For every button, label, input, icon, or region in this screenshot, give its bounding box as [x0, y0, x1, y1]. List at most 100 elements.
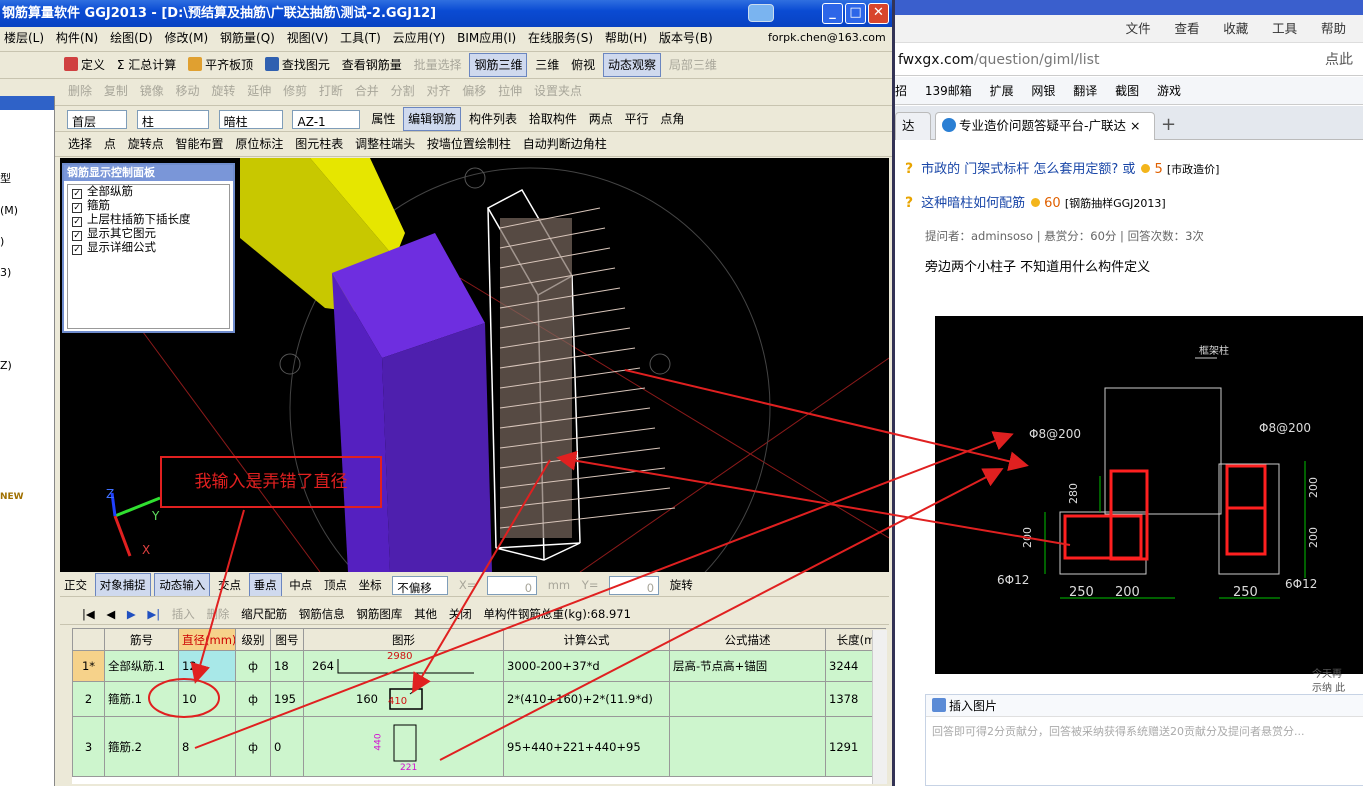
point-button[interactable]: 点: [100, 133, 120, 155]
browser-menu-favorites[interactable]: 收藏: [1223, 15, 1248, 43]
checkbox-all-longitudinal[interactable]: ✓ 全部纵筋: [68, 185, 229, 199]
draw-by-wall-button[interactable]: 按墙位置绘制柱: [423, 133, 515, 155]
cell-diameter[interactable]: 8: [178, 716, 236, 777]
extend-button[interactable]: 延伸: [243, 80, 275, 102]
next-record-icon[interactable]: ▶: [123, 603, 140, 624]
first-record-icon[interactable]: |◀: [78, 603, 99, 624]
midpoint-button[interactable]: 中点: [285, 574, 316, 596]
nav-item[interactable]: 3): [0, 266, 54, 279]
cell-grade[interactable]: ф: [235, 681, 271, 717]
menu-rebar-qty[interactable]: 钢筋量(Q): [216, 27, 279, 49]
merge-button[interactable]: 合并: [351, 80, 383, 102]
menu-view[interactable]: 视图(V): [283, 27, 333, 49]
menu-online[interactable]: 在线服务(S): [524, 27, 597, 49]
pick-component-button[interactable]: 拾取构件: [525, 108, 581, 130]
new-tab-button[interactable]: +: [1161, 114, 1176, 135]
delete-row-button[interactable]: 删除: [202, 603, 233, 624]
close-button[interactable]: ✕: [868, 3, 889, 24]
batch-select-button[interactable]: 批量选择: [410, 54, 466, 76]
cell-formula[interactable]: 95+440+221+440+95: [503, 716, 670, 777]
menu-floor[interactable]: 楼层(L): [0, 27, 48, 49]
mirror-button[interactable]: 镜像: [136, 80, 168, 102]
name-select[interactable]: AZ-1: [292, 110, 361, 129]
tab-prev[interactable]: 达: [895, 112, 931, 140]
split-button[interactable]: 分割: [387, 80, 419, 102]
find-element-button[interactable]: 查找图元: [261, 54, 334, 76]
coordinate-button[interactable]: 坐标: [355, 574, 386, 596]
address-bar[interactable]: fwxgx.com/question/giml/list 点此: [895, 44, 1363, 76]
select-button[interactable]: 选择: [64, 133, 96, 155]
search-hint[interactable]: 点此: [1325, 44, 1353, 76]
align-button[interactable]: 对齐: [422, 80, 454, 102]
browser-menu-file[interactable]: 文件: [1126, 15, 1151, 43]
minimize-button[interactable]: _: [822, 3, 843, 24]
two-points-button[interactable]: 两点: [585, 108, 617, 130]
menu-help[interactable]: 帮助(H): [601, 27, 651, 49]
auto-corner-button[interactable]: 自动判断边角柱: [519, 133, 611, 155]
answer-box[interactable]: 插入图片 回答即可得2分贡献分，回答被采纳获得系统赠送20贡献分及提问者悬赏分.…: [925, 694, 1363, 786]
cell-grade[interactable]: ф: [235, 716, 271, 777]
browser-menu-help[interactable]: 帮助: [1321, 15, 1346, 43]
set-grip-button[interactable]: 设置夹点: [530, 80, 586, 102]
menu-version[interactable]: 版本号(B): [655, 27, 717, 49]
nav-item[interactable]: (M): [0, 204, 54, 217]
cell-diameter[interactable]: 12: [178, 650, 236, 682]
vertical-scrollbar[interactable]: [872, 630, 887, 784]
top-view-dropdown[interactable]: 俯视: [567, 54, 599, 76]
cell-shape[interactable]: 440 221: [303, 716, 504, 777]
cell-fig[interactable]: 18: [270, 650, 304, 682]
x-input[interactable]: 0: [487, 576, 538, 595]
help-icon[interactable]: [748, 4, 774, 22]
rebar-3d-button[interactable]: 钢筋三维: [469, 53, 528, 77]
checkbox-other-elements[interactable]: ✓ 显示其它图元: [68, 227, 229, 241]
object-snap-button[interactable]: 对象捕捉: [94, 573, 151, 596]
checkbox-upper-insert[interactable]: ✓ 上层柱插筋下插长度: [68, 213, 229, 227]
rotate-button[interactable]: 旋转: [207, 80, 239, 102]
break-button[interactable]: 打断: [315, 80, 347, 102]
cell-formula[interactable]: 3000-200+37*d: [503, 650, 670, 682]
menu-cloud[interactable]: 云应用(Y): [389, 27, 450, 49]
fav-partial[interactable]: 招: [895, 84, 907, 98]
cell-name[interactable]: 箍筋.1: [104, 681, 179, 717]
scale-rebar-button[interactable]: 缩尺配筋: [237, 603, 291, 624]
answer-textarea[interactable]: 回答即可得2分贡献分，回答被采纳获得系统赠送20贡献分及提问者悬赏分...: [926, 717, 1363, 745]
view-3d-dropdown[interactable]: 三维: [531, 54, 563, 76]
cell-desc[interactable]: 层高-节点高+锚固: [669, 650, 826, 682]
cell-fig[interactable]: 0: [270, 716, 304, 777]
cell-formula[interactable]: 2*(410+160)+2*(11.9*d): [503, 681, 670, 717]
dynamic-input-button[interactable]: 动态输入: [154, 573, 211, 596]
cell-name[interactable]: 全部纵筋.1: [104, 650, 179, 682]
table-row[interactable]: 2 箍筋.1 10 ф 195 160 410 2*(410+160)+2*(1…: [72, 681, 886, 717]
stretch-button[interactable]: 拉伸: [494, 80, 526, 102]
maximize-button[interactable]: □: [845, 3, 866, 24]
align-slab-button[interactable]: 平齐板顶: [184, 54, 257, 76]
cell-fig[interactable]: 195: [270, 681, 304, 717]
browser-menu-tools[interactable]: 工具: [1272, 15, 1297, 43]
ortho-button[interactable]: 正交: [60, 574, 91, 596]
perpendicular-button[interactable]: 垂点: [248, 573, 282, 596]
component-list-button[interactable]: 构件列表: [465, 108, 521, 130]
cell-diameter[interactable]: 10: [178, 681, 236, 717]
fav-translate[interactable]: 翻译: [1073, 84, 1097, 98]
cell-shape[interactable]: 264 2980: [303, 650, 504, 682]
parallel-button[interactable]: 平行: [621, 108, 653, 130]
offset-button[interactable]: 偏移: [458, 80, 490, 102]
offset-mode-select[interactable]: 不偏移: [392, 576, 449, 595]
cell-desc[interactable]: [669, 716, 826, 777]
view-rebar-qty-button[interactable]: 查看钢筋量: [338, 54, 406, 76]
other-button[interactable]: 其他: [410, 603, 441, 624]
cad-drawing-image[interactable]: 框架柱 Φ8@200 Φ8@200 280 200 200 200 6Φ12 6…: [935, 316, 1363, 674]
menu-modify[interactable]: 修改(M): [161, 27, 213, 49]
delete-button[interactable]: 删除: [64, 80, 96, 102]
table-row[interactable]: 1* 全部纵筋.1 12 ф 18 264 2980 3000-200+37*d…: [72, 650, 886, 682]
local-3d-button[interactable]: 局部三维: [665, 54, 721, 76]
browser-menu-view[interactable]: 查看: [1174, 15, 1199, 43]
nav-item[interactable]: ): [0, 235, 54, 248]
point-angle-button[interactable]: 点角: [656, 108, 688, 130]
last-record-icon[interactable]: ▶|: [143, 603, 164, 624]
rotate-checkbox[interactable]: 旋转: [666, 574, 697, 596]
dynamic-orbit-button[interactable]: 动态观察: [602, 53, 661, 77]
smart-layout-button[interactable]: 智能布置: [172, 133, 228, 155]
cell-name[interactable]: 箍筋.2: [104, 716, 179, 777]
cell-shape[interactable]: 160 410: [303, 681, 504, 717]
